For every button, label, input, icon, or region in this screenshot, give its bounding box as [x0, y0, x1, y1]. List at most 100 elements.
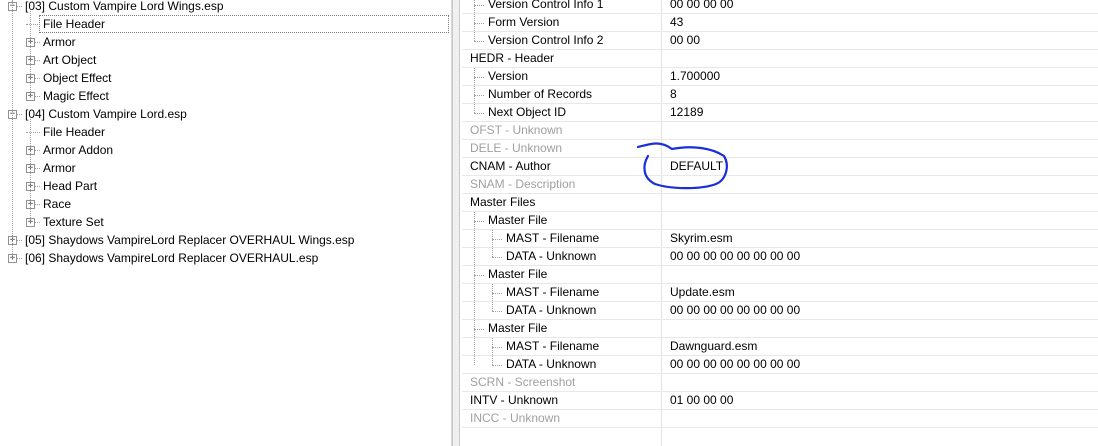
detail-row[interactable]: INTV - Unknown 01 00 00 00	[462, 392, 1098, 410]
detail-row[interactable]: Master File	[462, 320, 1098, 338]
field-value[interactable]: 00 00	[670, 32, 700, 49]
detail-row[interactable]: Next Object ID 12189	[462, 104, 1098, 122]
field-label: DATA - Unknown	[506, 249, 597, 263]
tree-group-node[interactable]: Texture Set	[43, 213, 104, 231]
detail-row[interactable]: Master Files	[462, 194, 1098, 212]
tree-group-node[interactable]: Art Object	[43, 51, 96, 69]
pane-splitter[interactable]	[452, 0, 460, 446]
field-label: INTV - Unknown	[470, 393, 559, 407]
tree-connector	[474, 23, 484, 24]
tree-group-node[interactable]: Armor Addon	[43, 141, 113, 159]
tree-group-node[interactable]: Magic Effect	[43, 87, 109, 105]
tree-connector	[474, 0, 475, 41]
field-label: DELE - Unknown	[470, 141, 563, 155]
tree-connector	[492, 338, 493, 365]
field-label: INCC - Unknown	[470, 411, 561, 425]
detail-row[interactable]: SNAM - Description	[462, 176, 1098, 194]
detail-row[interactable]: OFST - Unknown	[462, 122, 1098, 140]
tree-group-node[interactable]: File Header	[43, 123, 105, 141]
field-value[interactable]: 00 00 00 00 00 00 00 00	[670, 356, 800, 373]
detail-row[interactable]: Version 1.700000	[462, 68, 1098, 86]
tree-connector	[30, 11, 31, 96]
tree-group-node[interactable]: Object Effect	[43, 69, 111, 87]
detail-row[interactable]: DATA - Unknown 00 00 00 00 00 00 00 00	[462, 248, 1098, 266]
tree-connector	[30, 119, 31, 222]
tree-plugin-node[interactable]: [04] Custom Vampire Lord.esp	[25, 105, 187, 123]
detail-row[interactable]: HEDR - Header	[462, 50, 1098, 68]
field-label: Form Version	[488, 15, 560, 29]
field-label: MAST - Filename	[506, 339, 600, 353]
tree-connector	[474, 275, 484, 276]
detail-row[interactable]: Version Control Info 2 00 00	[462, 32, 1098, 50]
detail-row[interactable]: MAST - Filename Dawnguard.esm	[462, 338, 1098, 356]
detail-row[interactable]: INCC - Unknown	[462, 410, 1098, 428]
record-details-grid: Version Control Info 1 00 00 00 00 Form Ve…	[462, 0, 1098, 446]
field-label: Master Files	[470, 195, 536, 209]
field-label: Version Control Info 1	[488, 0, 604, 11]
field-value[interactable]: 00 00 00 00 00 00 00 00	[670, 248, 800, 265]
tree-connector	[474, 95, 484, 96]
record-tree: [03] Custom Vampire Lord Wings.esp − File …	[0, 0, 452, 446]
field-value[interactable]: 00 00 00 00 00 00 00 00	[670, 302, 800, 319]
field-label: SCRN - Screenshot	[470, 375, 576, 389]
detail-row[interactable]: Master File	[462, 266, 1098, 284]
detail-row[interactable]: MAST - Filename Update.esm	[462, 284, 1098, 302]
tree-connector	[26, 132, 40, 133]
detail-row[interactable]: Master File	[462, 212, 1098, 230]
tree-group-node[interactable]: Head Part	[43, 177, 97, 195]
field-label: Master File	[488, 321, 548, 335]
field-value[interactable]: Dawnguard.esm	[670, 338, 757, 355]
field-value[interactable]: 8	[670, 86, 677, 103]
field-label: CNAM - Author	[470, 159, 551, 173]
detail-row[interactable]: SCRN - Screenshot	[462, 374, 1098, 392]
detail-row[interactable]: CNAM - Author DEFAULT	[462, 158, 1098, 176]
tree-connector	[474, 68, 475, 113]
tree-connector	[474, 113, 484, 114]
field-value[interactable]: 01 00 00 00	[670, 392, 733, 409]
tree-plugin-node[interactable]: [05] Shaydows VampireLord Replacer OVERH…	[25, 231, 354, 249]
tree-connector	[474, 221, 484, 222]
tree-connector	[492, 347, 502, 348]
field-label: MAST - Filename	[506, 231, 600, 245]
tree-connector	[12, 0, 13, 258]
tree-connector	[474, 212, 475, 365]
tree-connector	[474, 77, 484, 78]
tree-connector	[474, 329, 484, 330]
detail-row[interactable]: DATA - Unknown 00 00 00 00 00 00 00 00	[462, 302, 1098, 320]
detail-row[interactable]: DATA - Unknown 00 00 00 00 00 00 00 00	[462, 356, 1098, 374]
tree-connector	[492, 293, 502, 294]
tree-connector	[492, 239, 502, 240]
field-value[interactable]: DEFAULT	[670, 158, 723, 175]
tree-connector	[492, 311, 502, 312]
detail-row[interactable]: DELE - Unknown	[462, 140, 1098, 158]
tree-group-node[interactable]: File Header	[39, 15, 449, 33]
field-label: MAST - Filename	[506, 285, 600, 299]
tree-group-node[interactable]: Armor	[43, 159, 76, 177]
field-value[interactable]: 43	[670, 14, 683, 31]
field-label: DATA - Unknown	[506, 357, 597, 371]
tree-group-node[interactable]: Armor	[43, 33, 76, 51]
detail-row[interactable]: Number of Records 8	[462, 86, 1098, 104]
field-value[interactable]: 1.700000	[670, 68, 720, 85]
field-value[interactable]: Update.esm	[670, 284, 735, 301]
field-value[interactable]: 00 00 00 00	[670, 0, 733, 13]
field-value[interactable]: 12189	[670, 104, 703, 121]
field-label: OFST - Unknown	[470, 123, 563, 137]
tree-connector	[26, 24, 40, 25]
detail-row[interactable]: Form Version 43	[462, 14, 1098, 32]
detail-row[interactable]: Version Control Info 1 00 00 00 00	[462, 0, 1098, 14]
detail-row[interactable]: MAST - Filename Skyrim.esm	[462, 230, 1098, 248]
tree-connector	[492, 365, 502, 366]
tree-plugin-node[interactable]: [06] Shaydows VampireLord Replacer OVERH…	[25, 249, 318, 267]
tree-connector	[492, 230, 493, 257]
tree-connector	[492, 257, 502, 258]
field-label: Master File	[488, 267, 548, 281]
tree-plugin-node[interactable]: [03] Custom Vampire Lord Wings.esp	[25, 0, 224, 15]
field-value[interactable]: Skyrim.esm	[670, 230, 733, 247]
tree-group-node[interactable]: Race	[43, 195, 71, 213]
field-label: Version	[488, 69, 529, 83]
field-label: Number of Records	[488, 87, 593, 101]
field-label: DATA - Unknown	[506, 303, 597, 317]
field-label: Version Control Info 2	[488, 33, 604, 47]
field-label: SNAM - Description	[470, 177, 576, 191]
